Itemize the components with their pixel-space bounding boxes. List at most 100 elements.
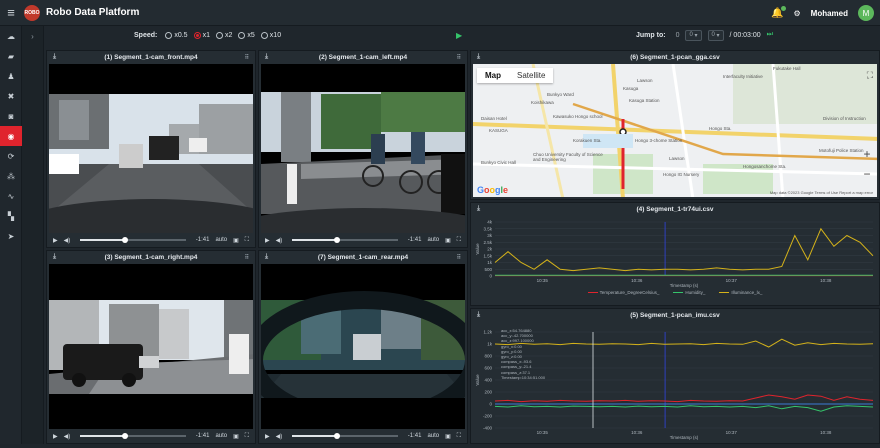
x-tick-label: 10:35 xyxy=(537,430,549,435)
download-icon[interactable]: ⤓ xyxy=(477,53,480,61)
drag-handle-icon[interactable]: ⠿ xyxy=(457,54,461,61)
bell-icon[interactable]: 🔔 xyxy=(771,5,787,19)
volume-icon[interactable]: ◀) xyxy=(64,237,71,244)
network-icon[interactable]: ⁂ xyxy=(0,166,22,186)
y-tick-label: 1k xyxy=(487,260,493,265)
user-icon[interactable]: ♟ xyxy=(0,66,22,86)
quality-label[interactable]: auto xyxy=(215,433,227,439)
time-remaining: -1:41 xyxy=(195,433,210,439)
map-labels: Fukutake Hall Interfaculty Initiative Ka… xyxy=(473,64,877,197)
play-icon[interactable]: ▶ xyxy=(265,433,270,440)
video-frame[interactable] xyxy=(49,64,253,233)
x-tick-label: 10:37 xyxy=(726,278,738,283)
cloud-icon[interactable]: ☁ xyxy=(0,26,22,46)
imu-chart-panel: ⤓ (5) Segment_1-pcan_imu.csv 1.2k 1k 800 600… xyxy=(470,308,880,444)
playback-controls: Speed: x0.5 x1 x2 x5 x10 ▶ Jump to: 0 0 … xyxy=(44,26,880,44)
video-panel-left: ⤓ (2) Segment_1-cam_left.mp4 ⠿ ▶ ◀) -1:41 … xyxy=(258,50,468,248)
series-line-acc-y xyxy=(494,405,874,412)
x-axis-label: Timestamp (s) xyxy=(670,283,699,288)
play-icon[interactable]: ▶ xyxy=(456,31,462,40)
speed-option-5[interactable]: x5 xyxy=(238,31,255,39)
chat-icon[interactable]: ▚ xyxy=(0,206,22,226)
time-remaining: -1:41 xyxy=(407,237,422,243)
pip-icon[interactable]: ▣ xyxy=(233,433,239,440)
chevron-right-icon[interactable]: › xyxy=(22,32,43,41)
jump-minute-select[interactable]: 0 ▾ xyxy=(685,29,702,41)
speed-option-0.5[interactable]: x0.5 xyxy=(165,31,188,39)
download-icon[interactable]: ⤓ xyxy=(265,253,268,261)
y-tick-label: 500 xyxy=(484,267,492,272)
speed-option-2[interactable]: x2 xyxy=(215,31,232,39)
y-tick-label: 2.5k xyxy=(483,240,492,245)
play-icon[interactable]: ▶ xyxy=(53,237,58,244)
play-icon[interactable]: ▶ xyxy=(265,237,270,244)
drag-handle-icon[interactable]: ⠿ xyxy=(245,54,249,61)
y-tick-label: 0 xyxy=(489,402,492,407)
map-label: Kasuga xyxy=(623,86,639,91)
fullscreen-icon[interactable]: ⛶ xyxy=(245,237,249,244)
play-icon[interactable]: ▶ xyxy=(53,433,58,440)
y-tick-label: 600 xyxy=(484,366,492,371)
map-panel: ⤓ (6) Segment_1-pcan_gga.csv Map Satellit… xyxy=(470,50,880,200)
video-frame[interactable] xyxy=(49,264,253,429)
drag-handle-icon[interactable]: ⠿ xyxy=(245,254,249,261)
volume-icon[interactable]: ◀) xyxy=(276,433,283,440)
fullscreen-icon[interactable]: ⛶ xyxy=(457,237,461,244)
eye-icon[interactable]: ◉ xyxy=(0,126,22,146)
map-label: Kasuga Station xyxy=(629,98,660,103)
legend-item-illuminance[interactable]: Illuminance_lx_ xyxy=(719,290,762,295)
download-icon[interactable]: ⤓ xyxy=(265,53,268,61)
pip-icon[interactable]: ▣ xyxy=(233,237,239,244)
panel-title: (4) Segment_1-tr74ui.csv xyxy=(636,205,714,213)
x-tick-label: 10:38 xyxy=(820,278,832,283)
map-view[interactable]: Map Satellite ⛶ + − Fukutake Hall Interf… xyxy=(473,64,877,197)
skip-icon[interactable]: ⏭ xyxy=(767,31,773,39)
jump-second-select[interactable]: 0 ▾ xyxy=(707,29,724,41)
avatar[interactable]: M xyxy=(858,5,874,21)
speed-option-10[interactable]: x10 xyxy=(260,31,281,39)
tools-icon[interactable]: ✖ xyxy=(0,86,22,106)
pip-icon[interactable]: ▣ xyxy=(445,433,451,440)
download-icon[interactable]: ⤓ xyxy=(53,53,56,61)
collapse-panel[interactable]: › xyxy=(22,26,44,444)
pip-icon[interactable]: ▣ xyxy=(445,237,451,244)
menu-icon[interactable]: ≡ xyxy=(0,0,22,26)
volume-icon[interactable]: ◀) xyxy=(64,433,71,440)
seek-bar[interactable] xyxy=(292,237,398,243)
gear-icon[interactable]: ⚙ xyxy=(793,9,800,18)
fullscreen-icon[interactable]: ⛶ xyxy=(457,433,461,440)
seek-bar[interactable] xyxy=(292,433,398,439)
seek-bar[interactable] xyxy=(80,237,186,243)
jump-hour[interactable]: 0 xyxy=(676,32,680,39)
quality-label[interactable]: auto xyxy=(215,237,227,243)
download-icon[interactable]: ⤓ xyxy=(477,311,480,319)
video-scene xyxy=(261,264,465,429)
settings-icon[interactable]: ⟳ xyxy=(0,146,22,166)
y-tick-label: 3.5k xyxy=(483,226,492,231)
y-tick-label: 1.2k xyxy=(483,330,492,335)
speed-option-1[interactable]: x1 xyxy=(193,31,210,39)
folder-icon[interactable]: ▰ xyxy=(0,46,22,66)
app-title: Robo Data Platform xyxy=(46,7,140,18)
pointer-icon[interactable]: ➤ xyxy=(0,226,22,246)
drag-handle-icon[interactable]: ⠿ xyxy=(457,254,461,261)
user-name[interactable]: Mohamed xyxy=(811,9,848,18)
map-label: Fukutake Hall xyxy=(773,66,801,71)
legend-item-humidity[interactable]: Humidity_ xyxy=(673,290,705,295)
video-frame[interactable] xyxy=(261,264,465,429)
legend-item-temperature[interactable]: Temperature_DegreeCelsius_ xyxy=(587,290,659,295)
quality-label[interactable]: auto xyxy=(427,433,439,439)
sidebar: ☁ ▰ ♟ ✖ ◙ ◉ ⟳ ⁂ ∿ ▚ ➤ xyxy=(0,26,22,444)
signal-icon[interactable]: ∿ xyxy=(0,186,22,206)
robot-icon[interactable]: ◙ xyxy=(0,106,22,126)
volume-icon[interactable]: ◀) xyxy=(276,237,283,244)
download-icon[interactable]: ⤓ xyxy=(53,253,56,261)
map-label: Motofuji Police Station xyxy=(819,148,864,153)
download-icon[interactable]: ⤓ xyxy=(477,205,480,213)
fullscreen-icon[interactable]: ⛶ xyxy=(245,433,249,440)
map-attribution[interactable]: Map data ©2023 Google Terms of Use Repor… xyxy=(770,190,873,195)
y-axis-label: Value xyxy=(475,374,480,386)
quality-label[interactable]: auto xyxy=(427,237,439,243)
video-frame[interactable] xyxy=(261,64,465,233)
seek-bar[interactable] xyxy=(80,433,186,439)
